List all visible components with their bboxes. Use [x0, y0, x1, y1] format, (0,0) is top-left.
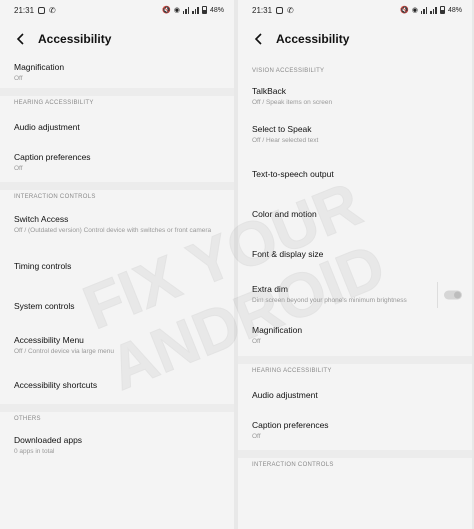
- setting-title: Accessibility shortcuts: [14, 379, 98, 390]
- section-spacer: [0, 404, 234, 412]
- setting-summary: Off: [14, 165, 23, 173]
- battery-icon: [439, 6, 445, 14]
- setting-summary: Dim screen beyond your phone's minimum b…: [252, 297, 407, 305]
- setting-title: Text-to-speech output: [252, 168, 334, 179]
- back-arrow-icon[interactable]: [14, 32, 28, 46]
- setting-summary: Off / Control device via large menu: [14, 348, 114, 356]
- wifi-icon: ◉: [173, 7, 180, 14]
- whatsapp-icon: [38, 6, 46, 14]
- setting-item-accessibility-menu[interactable]: Accessibility Menu Off / Control device v…: [0, 326, 234, 366]
- setting-title: Audio adjustment: [252, 389, 318, 400]
- section-spacer: [0, 182, 234, 190]
- mute-icon: 🔇: [162, 7, 171, 14]
- setting-summary: Off / Speak items on screen: [252, 99, 333, 107]
- phone-icon: ✆: [287, 5, 294, 15]
- setting-title: Timing controls: [14, 260, 72, 271]
- signal-icon: [420, 6, 428, 14]
- page-title: Accessibility: [276, 32, 350, 46]
- section-header: INTERACTION CONTROLS: [14, 194, 96, 200]
- mute-icon: 🔇: [400, 7, 409, 14]
- status-time: 21:31: [14, 5, 35, 15]
- setting-summary: Off / (Outdated version) Control device …: [14, 227, 212, 235]
- status-bar: 21:31 ✆ 🔇 ◉ 48%: [238, 0, 472, 20]
- whatsapp-icon: [276, 6, 284, 14]
- settings-list: Magnification Off HEARING ACCESSIBILITY Aud…: [0, 58, 234, 466]
- setting-summary: 0 apps in total: [14, 448, 55, 456]
- left-phone-screen: 21:31 ✆ 🔇 ◉ 48% Accessibility Magnificat…: [0, 0, 234, 529]
- setting-item-audio-adjustment[interactable]: Audio adjustment: [238, 378, 472, 412]
- settings-list: VISION ACCESSIBILITY TalkBack Off / Speak …: [238, 58, 472, 472]
- section-header: VISION ACCESSIBILITY: [252, 68, 325, 74]
- app-bar: Accessibility: [0, 20, 234, 58]
- setting-title: Font & display size: [252, 248, 324, 259]
- setting-item-caption-preferences[interactable]: Caption preferences Off: [238, 412, 472, 450]
- page-title: Accessibility: [38, 32, 112, 46]
- app-bar: Accessibility: [238, 20, 472, 58]
- section-header: HEARING ACCESSIBILITY: [14, 100, 94, 106]
- setting-item-system-controls[interactable]: System controls: [0, 286, 234, 326]
- extra-dim-toggle[interactable]: [444, 290, 462, 300]
- setting-title: Accessibility Menu: [14, 335, 84, 346]
- setting-item-select-to-speak[interactable]: Select to Speak Off / Hear selected text: [238, 116, 472, 154]
- setting-item-switch-access[interactable]: Switch Access Off / (Outdated version) Co…: [0, 204, 234, 246]
- battery-percent: 48%: [447, 6, 462, 14]
- setting-title: Downloaded apps: [14, 435, 83, 446]
- status-time: 21:31: [252, 5, 273, 15]
- setting-item-audio-adjustment[interactable]: Audio adjustment: [0, 110, 234, 144]
- signal-icon-2: [192, 6, 199, 14]
- signal-icon-2: [430, 6, 437, 14]
- setting-title: Color and motion: [252, 208, 317, 219]
- setting-item-magnification[interactable]: Magnification Off: [238, 316, 472, 356]
- section-spacer: [0, 88, 234, 96]
- setting-title: Caption preferences: [14, 152, 91, 163]
- setting-title: Audio adjustment: [14, 121, 80, 132]
- setting-item-font-display-size[interactable]: Font & display size: [238, 234, 472, 274]
- setting-item-magnification[interactable]: Magnification Off: [0, 58, 234, 88]
- setting-item-caption-preferences[interactable]: Caption preferences Off: [0, 144, 234, 182]
- battery-icon: [201, 6, 207, 14]
- setting-summary: Off: [252, 338, 261, 346]
- phone-icon: ✆: [49, 5, 56, 15]
- setting-item-color-and-motion[interactable]: Color and motion: [238, 194, 472, 234]
- section-header: INTERACTION CONTROLS: [252, 462, 334, 468]
- setting-item-accessibility-shortcuts[interactable]: Accessibility shortcuts: [0, 366, 234, 404]
- setting-item-extra-dim[interactable]: Extra dim Dim screen beyond your phone's …: [238, 274, 472, 316]
- setting-title: Caption preferences: [252, 420, 329, 431]
- toggle-divider: [437, 282, 438, 308]
- setting-title: Switch Access: [14, 214, 69, 225]
- section-spacer: [238, 356, 472, 364]
- right-phone-screen: 21:31 ✆ 🔇 ◉ 48% Accessibility VISION ACC…: [238, 0, 472, 529]
- setting-summary: Off: [252, 433, 261, 441]
- setting-title: Select to Speak: [252, 124, 312, 135]
- battery-percent: 48%: [209, 6, 224, 14]
- setting-item-talkback[interactable]: TalkBack Off / Speak items on screen: [238, 78, 472, 116]
- setting-summary: Off / Hear selected text: [252, 137, 319, 145]
- setting-title: Extra dim: [252, 284, 288, 295]
- section-header: HEARING ACCESSIBILITY: [252, 368, 332, 374]
- setting-title: System controls: [14, 300, 75, 311]
- setting-summary: Off: [14, 75, 23, 83]
- setting-item-text-to-speech-output[interactable]: Text-to-speech output: [238, 154, 472, 194]
- section-header: OTHERS: [14, 416, 41, 422]
- back-arrow-icon[interactable]: [252, 32, 266, 46]
- signal-icon: [182, 6, 190, 14]
- setting-title: Magnification: [14, 62, 65, 73]
- setting-title: Magnification: [252, 325, 303, 336]
- setting-item-timing-controls[interactable]: Timing controls: [0, 246, 234, 286]
- status-bar: 21:31 ✆ 🔇 ◉ 48%: [0, 0, 234, 20]
- setting-item-downloaded-apps[interactable]: Downloaded apps 0 apps in total: [0, 426, 234, 466]
- wifi-icon: ◉: [411, 7, 418, 14]
- section-spacer: [238, 450, 472, 458]
- setting-title: TalkBack: [252, 86, 287, 97]
